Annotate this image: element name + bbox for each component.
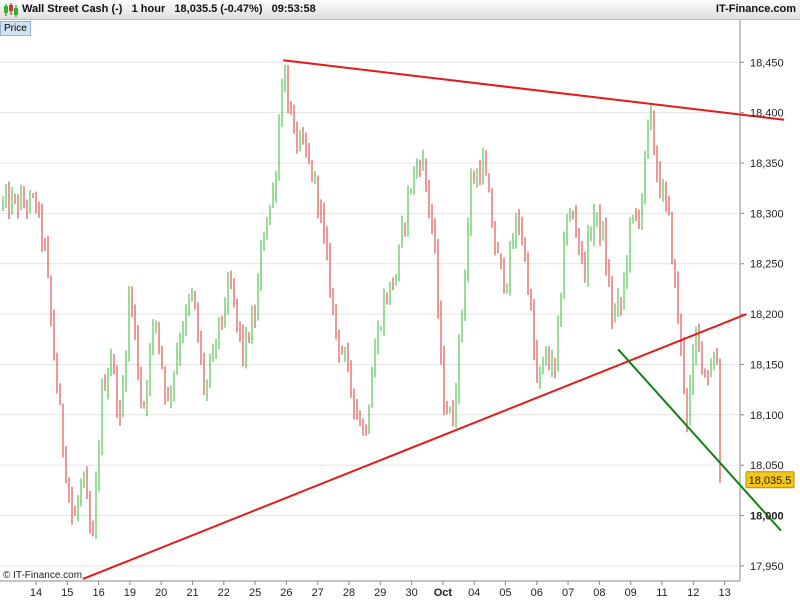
x-tick-label: 11 bbox=[656, 587, 667, 599]
x-tick-label: 30 bbox=[405, 587, 417, 599]
y-tick-label: 18,100 bbox=[750, 410, 784, 422]
x-tick-label: 09 bbox=[625, 587, 637, 599]
x-tick-label: 19 bbox=[124, 587, 136, 599]
x-tick-label: 06 bbox=[531, 587, 543, 599]
trendlines-group bbox=[82, 59, 785, 580]
x-tick-label: Oct bbox=[434, 587, 453, 599]
y-tick-label: 18,150 bbox=[750, 359, 784, 371]
x-tick-label: 04 bbox=[468, 587, 480, 599]
x-tick-label: 12 bbox=[687, 587, 699, 599]
y-tick-label: 18,000 bbox=[750, 511, 784, 523]
green-trendline[interactable] bbox=[617, 348, 782, 532]
x-tick-label: 21 bbox=[186, 587, 198, 599]
y-tick-label: 17,950 bbox=[750, 561, 784, 573]
red-trendline[interactable] bbox=[82, 313, 747, 580]
grid-lines bbox=[0, 61, 740, 567]
x-tick-label: 25 bbox=[249, 587, 261, 599]
price-chart: 17,950 18,000 18,050 18,100 18,150 18,200 18,2… bbox=[0, 20, 795, 599]
x-tick-label: 07 bbox=[562, 587, 574, 599]
x-tick-label: 26 bbox=[280, 587, 292, 599]
red-trendline[interactable] bbox=[283, 59, 785, 121]
x-tick-label: 29 bbox=[374, 587, 386, 599]
y-tick-label: 18,450 bbox=[750, 57, 784, 69]
x-tick-label: 15 bbox=[61, 587, 73, 599]
x-tick-label: 22 bbox=[218, 587, 230, 599]
x-tick-label: 16 bbox=[92, 587, 104, 599]
y-tick-label: 18,200 bbox=[750, 309, 784, 321]
x-tick-label: 14 bbox=[30, 587, 42, 599]
y-tick-label: 18,350 bbox=[750, 158, 784, 170]
x-tick-label: 13 bbox=[718, 587, 730, 599]
x-tick-label: 08 bbox=[593, 587, 605, 599]
x-tick-label: 20 bbox=[155, 587, 167, 599]
x-tick-label: 27 bbox=[312, 587, 324, 599]
last-price-marker: 18,035.5 bbox=[745, 471, 795, 489]
x-tick-label: 28 bbox=[343, 587, 355, 599]
x-tick-label: 05 bbox=[499, 587, 511, 599]
last-price-label: 18,035.5 bbox=[749, 475, 792, 487]
y-tick-label: 18,250 bbox=[750, 259, 784, 271]
copyright-label: © IT-Finance.com bbox=[3, 570, 82, 581]
y-tick-label: 18,050 bbox=[750, 460, 784, 472]
y-tick-label: 18,400 bbox=[750, 108, 784, 120]
y-tick-label: 18,300 bbox=[750, 208, 784, 220]
x-axis-ticks: 14 15 16 19 20 21 22 25 26 27 28 29 30 Oct 04 05 06 07 08 0… bbox=[30, 581, 731, 599]
